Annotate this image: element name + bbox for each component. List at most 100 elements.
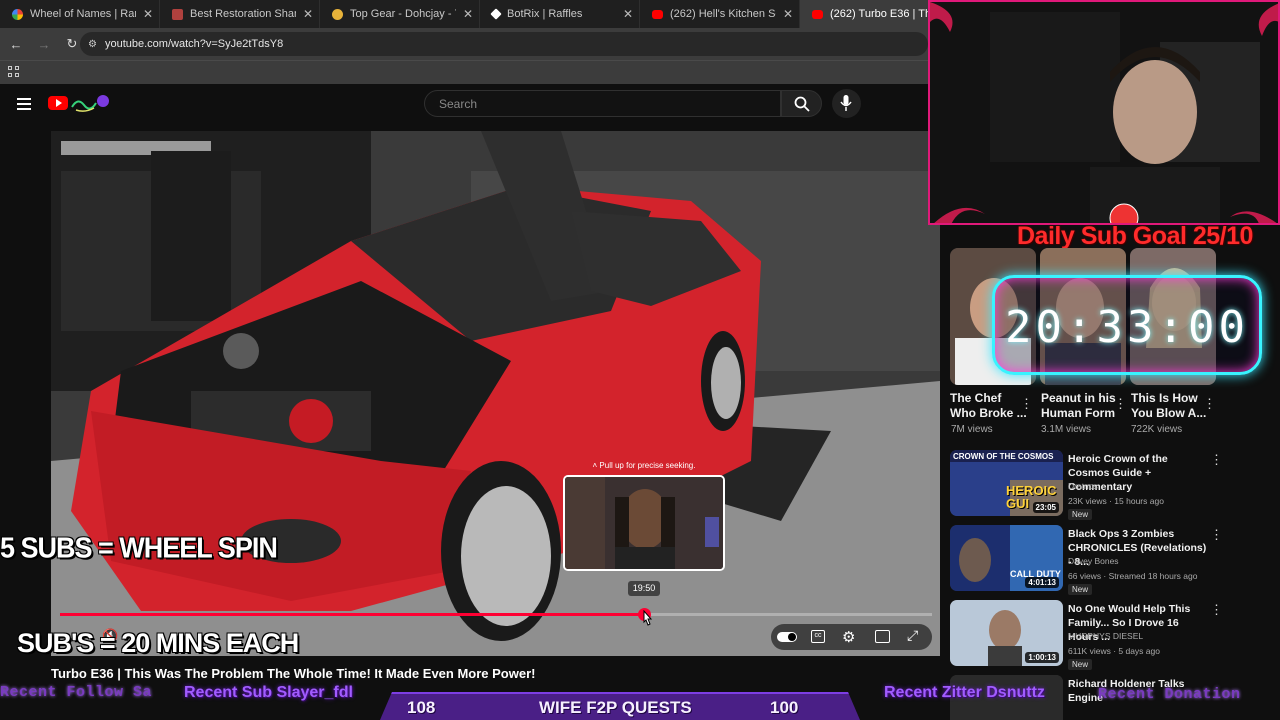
quest-label: WIFE F2P QUESTS	[539, 698, 692, 717]
recent-sub-text: Recent Sub Slayer_fdl	[184, 684, 353, 701]
tab-favicon-icon	[490, 8, 502, 20]
seek-hint: ˄ Pull up for precise seeking.	[592, 461, 696, 470]
video-title[interactable]: Turbo E36 | This Was The Problem The Who…	[51, 666, 535, 681]
youtube-header: Search	[0, 84, 940, 124]
thumbnail-top-text: CROWN OF THE COSMOS	[953, 452, 1054, 461]
seek-preview-thumbnail	[563, 475, 725, 571]
countdown-timer: 20:33:00	[992, 275, 1262, 375]
tab-close-icon[interactable]: ✕	[623, 7, 633, 21]
search-button[interactable]	[781, 90, 822, 117]
duration-badge: 4:01:13	[1025, 577, 1059, 588]
channel-name[interactable]: MURPHYS DIESEL	[1068, 631, 1143, 641]
player-right-controls: cc ⚙ ⤢	[771, 624, 932, 650]
seek-time-label: 19:50	[628, 581, 660, 596]
video-meta: 66 views · Streamed 18 hours ago	[1068, 571, 1198, 581]
browser-tab[interactable]: Best Restoration Shaman Talent ✕	[160, 0, 320, 28]
short-views: 722K views	[1131, 424, 1183, 435]
recent-follow-ticker: Recent Follow Sa	[0, 684, 153, 701]
youtube-favicon-icon	[652, 9, 663, 19]
url-text: youtube.com/watch?v=SyJe2tTdsY8	[104, 38, 284, 50]
video-meta: 23K views · 15 hours ago	[1068, 496, 1164, 506]
autoplay-toggle[interactable]	[777, 632, 797, 642]
site-info-icon[interactable]: ⚙	[88, 39, 97, 50]
search-icon	[794, 96, 810, 112]
video-thumbnail[interactable]: CROWN OF THE COSMOS HEROIC GUI 23:05	[950, 450, 1063, 516]
quest-right-count: 100	[770, 698, 799, 717]
video-thumbnail[interactable]: CALL DUTY 4:01:13	[950, 525, 1063, 591]
sub-goal-text: Daily Sub Goal 25/10	[1017, 222, 1253, 250]
tab-title: (262) Hell's Kitchen Season 19	[670, 8, 776, 20]
video-player[interactable]	[51, 131, 940, 656]
doodle-logo-icon[interactable]	[70, 93, 110, 113]
tab-title: BotRix | Raffles	[507, 8, 583, 20]
bookmarks-bar	[0, 60, 928, 84]
browser-tab[interactable]: Top Gear - Dohcjay - 73,000 DP ✕	[320, 0, 480, 28]
tab-title: Best Restoration Shaman Talent	[190, 8, 296, 20]
theater-mode-icon[interactable]	[875, 630, 890, 643]
timer-value: 20:33:00	[1005, 302, 1249, 353]
short-title[interactable]: The Chef Who Broke ...	[950, 391, 1030, 421]
browser-tab[interactable]: Wheel of Names | Random nam ✕	[0, 0, 160, 28]
recommended-item[interactable]: CROWN OF THE COSMOS HEROIC GUI 23:05 Her…	[950, 450, 1230, 520]
more-options-icon[interactable]: ⋮	[1020, 396, 1033, 412]
screen: { "browser": { "tabs": [ {"title": "Whee…	[0, 0, 1280, 720]
search-input[interactable]: Search	[424, 90, 781, 117]
address-bar[interactable]: ⚙ youtube.com/watch?v=SyJe2tTdsY8	[80, 32, 928, 56]
browser-tab-strip: Wheel of Names | Random nam ✕ Best Restor…	[0, 0, 928, 28]
video-frame	[51, 131, 940, 656]
tab-title: (262) Turbo E36 | This Was	[830, 8, 928, 20]
browser-tab[interactable]: BotRix | Raffles ✕	[480, 0, 640, 28]
tab-title: Wheel of Names | Random nam	[30, 8, 136, 20]
forward-arrow-icon[interactable]: →	[37, 37, 51, 52]
recent-zitter-text: Recent Zitter Dsnuttz	[884, 684, 1045, 701]
more-options-icon[interactable]: ⋮	[1210, 452, 1223, 468]
progress-bar[interactable]	[60, 608, 932, 621]
new-badge: New	[1068, 509, 1093, 520]
tab-close-icon[interactable]: ✕	[463, 7, 473, 21]
back-arrow-icon[interactable]: ←	[9, 37, 23, 52]
mouse-cursor-icon	[643, 610, 653, 626]
more-options-icon[interactable]: ⋮	[1203, 396, 1216, 412]
tab-favicon-icon	[172, 8, 183, 20]
settings-gear-icon[interactable]: ⚙	[842, 628, 855, 646]
fullscreen-icon[interactable]: ⤢	[907, 627, 918, 644]
tab-close-icon[interactable]: ✕	[303, 7, 313, 21]
video-meta: 611K views · 5 days ago	[1068, 646, 1160, 656]
browser-tab[interactable]: (262) Hell's Kitchen Season 19 ✕	[640, 0, 800, 28]
tab-favicon-icon	[332, 8, 343, 20]
recommended-item[interactable]: CALL DUTY 4:01:13 Black Ops 3 Zombies CH…	[950, 525, 1230, 595]
short-views: 7M views	[951, 424, 993, 435]
quest-left-count: 108	[407, 698, 436, 717]
youtube-favicon-icon	[812, 9, 823, 19]
tab-favicon-icon	[12, 8, 23, 20]
recent-donation-ticker: Recent Donation	[1098, 686, 1241, 703]
sub-minutes-text: SUB'S = 20 MINS EACH	[17, 628, 299, 658]
progress-played	[60, 613, 645, 616]
browser-tab-active[interactable]: (262) Turbo E36 | This Was	[800, 0, 928, 28]
video-thumbnail[interactable]: 1:00:13	[950, 600, 1063, 666]
tab-close-icon[interactable]: ✕	[143, 7, 153, 21]
more-options-icon[interactable]: ⋮	[1210, 527, 1223, 543]
recommended-list: CROWN OF THE COSMOS HEROIC GUI 23:05 Her…	[950, 450, 1230, 720]
new-badge: New	[1068, 659, 1093, 670]
wheel-spin-text: 5 SUBS = WHEEL SPIN	[0, 532, 278, 564]
apps-grid-icon[interactable]	[8, 66, 19, 77]
new-badge: New	[1068, 584, 1093, 595]
channel-name[interactable]: Dratnos	[1068, 481, 1098, 491]
captions-icon[interactable]: cc	[811, 630, 825, 643]
browser-toolbar: ← → ↻ ⚙ youtube.com/watch?v=SyJe2tTdsY8	[0, 28, 928, 60]
more-options-icon[interactable]: ⋮	[1210, 602, 1223, 618]
more-options-icon[interactable]: ⋮	[1114, 396, 1127, 412]
webcam-overlay	[928, 0, 1280, 225]
short-title[interactable]: Peanut in his Human Form	[1041, 391, 1121, 421]
youtube-logo-icon[interactable]	[48, 96, 68, 110]
recommended-item[interactable]: 1:00:13 No One Would Help This Family...…	[950, 600, 1230, 670]
short-title[interactable]: This Is How You Blow A...	[1131, 391, 1211, 421]
voice-search-button[interactable]	[832, 89, 861, 118]
duration-badge: 23:05	[1032, 502, 1059, 513]
menu-icon[interactable]	[17, 98, 31, 113]
channel-name[interactable]: Davey Bones	[1068, 556, 1119, 566]
tab-close-icon[interactable]: ✕	[783, 7, 793, 21]
quest-bar: 108 WIFE F2P QUESTS 100	[380, 692, 860, 720]
reload-icon[interactable]: ↻	[65, 36, 79, 52]
